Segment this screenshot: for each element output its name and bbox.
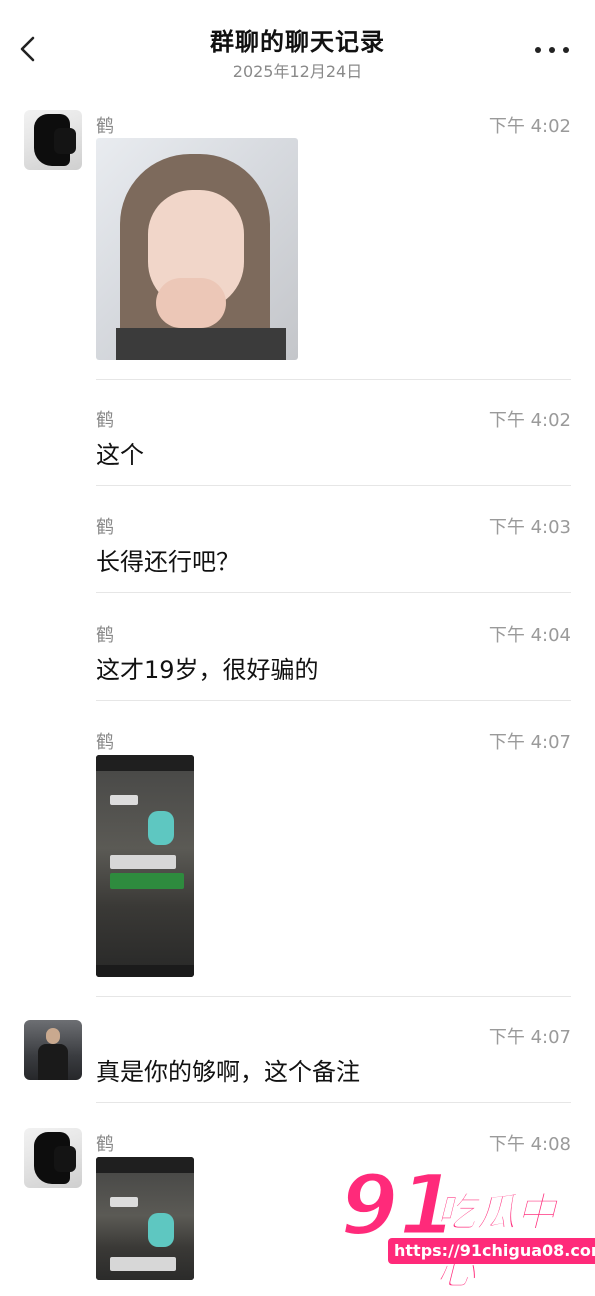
divider — [96, 485, 571, 486]
message-text: 长得还行吧？ — [96, 548, 240, 576]
avatar[interactable] — [24, 1020, 82, 1080]
message-image[interactable] — [96, 755, 194, 977]
chat-history-header: 群聊的聊天记录 2025年12月24日 — [0, 0, 595, 100]
sender-name: 鹤 — [96, 410, 114, 431]
message-image[interactable] — [96, 138, 298, 360]
sender-name: 鹤 — [96, 517, 114, 538]
divider — [96, 379, 571, 380]
message-time: 下午 4:03 — [488, 517, 571, 538]
more-dots-icon[interactable] — [535, 44, 569, 56]
divider — [96, 1102, 571, 1103]
message-image[interactable] — [96, 1157, 194, 1280]
message-time: 下午 4:02 — [488, 410, 571, 431]
message-text: 这才19岁，很好骗的 — [96, 656, 319, 684]
sender-name: 鹤 — [96, 625, 114, 646]
sender-name: 鹤 — [96, 116, 114, 137]
message-text: 真是你的够啊，这个备注 — [96, 1058, 360, 1086]
watermark-url: https://91chigua08.com — [388, 1238, 595, 1264]
page-title: 群聊的聊天记录 — [210, 28, 385, 56]
watermark-logo: 91 吃瓜中心 https://91chigua08.com — [336, 1159, 595, 1295]
message-time: 下午 4:07 — [488, 732, 571, 753]
avatar[interactable] — [24, 1128, 82, 1188]
message-time: 下午 4:04 — [488, 625, 571, 646]
message-time: 下午 4:02 — [488, 116, 571, 137]
divider — [96, 592, 571, 593]
avatar[interactable] — [24, 110, 82, 170]
sender-name: 鹤 — [96, 732, 114, 753]
message-time: 下午 4:08 — [488, 1134, 571, 1155]
message-text: 这个 — [96, 441, 144, 469]
divider — [96, 996, 571, 997]
page-date: 2025年12月24日 — [232, 62, 363, 81]
sender-name: 鹤 — [96, 1134, 114, 1155]
divider — [96, 700, 571, 701]
message-time: 下午 4:07 — [488, 1027, 571, 1048]
